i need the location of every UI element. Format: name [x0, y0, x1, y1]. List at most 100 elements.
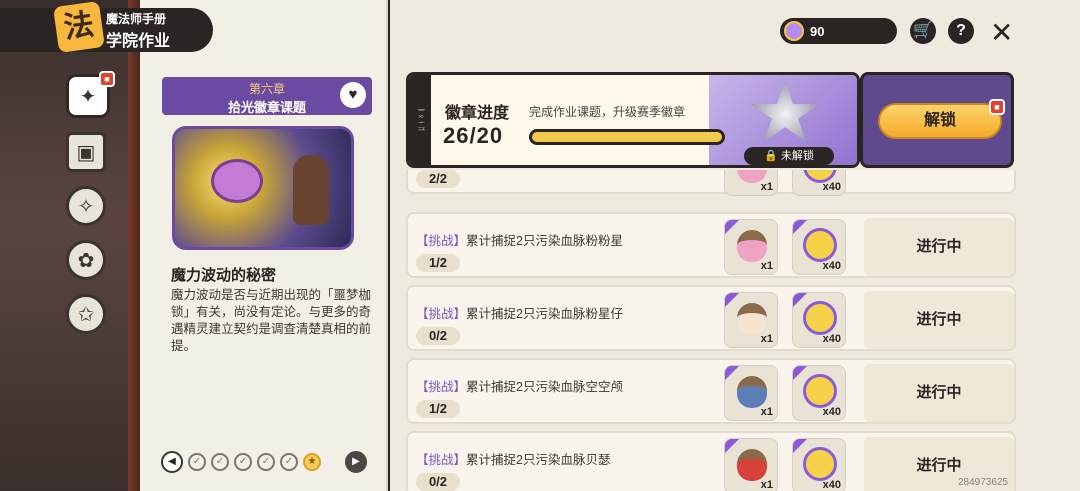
reward-count: x40: [822, 333, 841, 345]
gift-icon: ■: [99, 71, 115, 87]
close-icon[interactable]: ✕: [990, 16, 1013, 49]
task-tag: 【挑战】: [416, 307, 467, 321]
unlock-button[interactable]: 解锁: [878, 103, 1002, 139]
task-status: 进行中: [864, 364, 1014, 422]
header-subtitle: 魔法师手册: [106, 11, 167, 26]
task-list[interactable]: 2/2 x1 x40 【挑战】 累计捕捉2只污染血脉粉粉星 1/2 x1 x40…: [406, 170, 1016, 491]
reward-gold[interactable]: x40: [792, 170, 846, 196]
gem-coin-icon: [784, 21, 804, 41]
prev-page-button[interactable]: ◀: [161, 451, 183, 473]
witch-figure: [293, 155, 329, 225]
cards-icon: ▣: [76, 141, 96, 164]
star-badge-icon: ✩: [77, 303, 95, 326]
nav-item-creature[interactable]: ✧: [66, 186, 106, 226]
page-dot-check-icon[interactable]: ✓: [211, 453, 229, 471]
reward-count: x1: [760, 181, 773, 193]
rarity-corner: [793, 439, 807, 453]
gift-icon: ■: [989, 99, 1005, 115]
badge-progress-fill: [532, 132, 722, 142]
task-status: 进行中: [864, 218, 1014, 276]
acorn-item-icon: [737, 376, 767, 408]
reward-count: x1: [760, 260, 773, 272]
page-dot-check-icon[interactable]: ✓: [257, 453, 275, 471]
reward-gold[interactable]: x40: [792, 292, 846, 348]
badge-progress-bar: [529, 129, 725, 145]
task-name: 累计捕捉2只污染血脉空空颅: [466, 380, 623, 394]
page-dot-star-icon[interactable]: ★: [303, 453, 321, 471]
reward-gold[interactable]: x40: [792, 219, 846, 275]
gold-coin-icon: [803, 374, 837, 408]
next-page-button[interactable]: ▶: [345, 451, 367, 473]
heart-gift-icon[interactable]: ♥: [340, 82, 366, 108]
nav-item-star[interactable]: ✩: [66, 294, 106, 334]
task-row: 【挑战】 累计捕捉2只污染血脉粉星仔 0/2 x1 x40 进行中: [406, 285, 1016, 351]
reward-count: x1: [760, 406, 773, 418]
page-dot-check-icon[interactable]: ✓: [280, 453, 298, 471]
side-nav: ✦ ■ ▣ ✧ ✿ ✩: [66, 71, 115, 348]
nav-item-paw[interactable]: ✿: [66, 240, 106, 280]
rune-strip: ᚱᛟᚾᛖ: [409, 75, 431, 165]
page-dot-check-icon[interactable]: ✓: [234, 453, 252, 471]
story-text: 魔力波动是否与近期出现的「噩梦枷锁」有关，尚没有定论。与更多的奇遇精灵建立契约是…: [171, 288, 372, 353]
currency-value: 90: [810, 23, 825, 39]
rarity-corner: [793, 220, 807, 234]
shop-cart-icon[interactable]: 🛒: [910, 18, 936, 44]
acorn-item-icon: [737, 303, 767, 335]
rarity-corner: [793, 293, 807, 307]
task-name: 累计捕捉2只污染血脉贝瑟: [466, 453, 611, 467]
gold-coin-icon: [803, 228, 837, 262]
task-name: 累计捕捉2只污染血脉粉粉星: [466, 234, 623, 248]
currency-display: 90: [780, 18, 897, 44]
task-row: 【挑战】 累计捕捉2只污染血脉粉粉星 1/2 x1 x40 进行中: [406, 212, 1016, 278]
creature-icon: ✧: [77, 195, 95, 218]
rarity-corner: [725, 366, 739, 380]
reward-count: x1: [760, 333, 773, 345]
reward-gold[interactable]: x40: [792, 365, 846, 421]
task-row: 2/2 x1 x40: [406, 170, 1016, 196]
nav-item-cards[interactable]: ▣: [66, 132, 106, 172]
reward-acorn[interactable]: x1: [724, 219, 778, 275]
compass-badge-icon: ✦: [79, 85, 97, 108]
task-progress: 0/2: [416, 473, 460, 491]
header-badge: 法 魔法师手册 学院作业: [0, 1, 213, 53]
creature-figure: [211, 159, 263, 203]
reward-gold[interactable]: x40: [792, 438, 846, 491]
nav-item-badge[interactable]: ✦ ■: [66, 71, 115, 118]
reward-acorn[interactable]: x1: [724, 365, 778, 421]
reward-count: x40: [822, 260, 841, 272]
gold-coin-icon: [803, 301, 837, 335]
chapter-illustration: [172, 126, 354, 250]
paw-icon: ✿: [77, 249, 95, 272]
badge-description: 完成作业课题，升级赛季徽章: [529, 105, 686, 119]
task-progress: 1/2: [416, 400, 460, 418]
rarity-corner: [725, 293, 739, 307]
chapter-pager: ◀ ✓ ✓ ✓ ✓ ✓ ★ ▶: [161, 451, 373, 473]
reward-count: x40: [822, 479, 841, 491]
page-dot-check-icon[interactable]: ✓: [188, 453, 206, 471]
reward-acorn[interactable]: x1: [724, 438, 778, 491]
reward-count: x40: [822, 181, 841, 193]
rarity-corner: [725, 439, 739, 453]
task-progress: 1/2: [416, 254, 460, 272]
reward-count: x40: [822, 406, 841, 418]
acorn-item-icon: [737, 449, 767, 481]
handbook-logo-icon: 法: [53, 1, 105, 53]
task-row: 【挑战】 累计捕捉2只污染血脉空空颅 1/2 x1 x40 进行中: [406, 358, 1016, 424]
badge-progress-panel: ᚱᛟᚾᛖ 徽章进度 完成作业课题，升级赛季徽章 26/20 🔒 未解锁: [406, 72, 860, 168]
acorn-item-icon: [737, 230, 767, 262]
unlock-panel: 解锁 ■: [860, 72, 1014, 168]
task-tag: 【挑战】: [416, 234, 467, 248]
watermark-id: 284973625: [958, 477, 1009, 488]
header-title: 学院作业: [106, 32, 171, 50]
help-icon[interactable]: ?: [948, 18, 974, 44]
task-row: 【挑战】 累计捕捉2只污染血脉贝瑟 0/2 x1 x40 进行中: [406, 431, 1016, 491]
task-tag: 【挑战】: [416, 380, 467, 394]
reward-acorn[interactable]: x1: [724, 292, 778, 348]
story-title: 魔力波动的秘密: [171, 267, 277, 284]
badge-count: 26/20: [443, 123, 504, 148]
reward-count: x1: [760, 479, 773, 491]
reward-acorn[interactable]: x1: [724, 170, 778, 196]
task-name: 累计捕捉2只污染血脉粉星仔: [466, 307, 623, 321]
task-tag: 【挑战】: [416, 453, 467, 467]
task-status: 进行中: [864, 291, 1014, 349]
